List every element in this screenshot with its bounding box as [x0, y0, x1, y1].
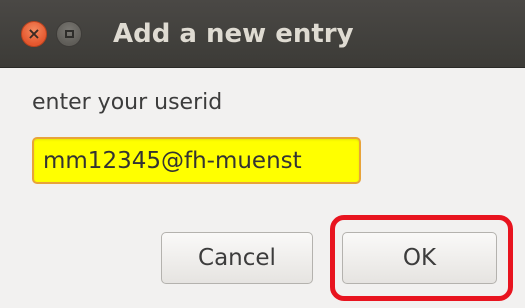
close-button[interactable]: ×	[21, 21, 47, 47]
ok-button[interactable]: OK	[342, 232, 497, 284]
userid-input[interactable]	[32, 137, 361, 184]
title-bar: × Add a new entry	[0, 0, 525, 68]
maximize-button[interactable]	[56, 21, 82, 47]
close-icon: ×	[27, 23, 41, 43]
maximize-icon	[64, 30, 74, 38]
userid-prompt-label: enter your userid	[32, 90, 223, 115]
window-title: Add a new entry	[113, 19, 354, 49]
cancel-button[interactable]: Cancel	[161, 232, 313, 284]
